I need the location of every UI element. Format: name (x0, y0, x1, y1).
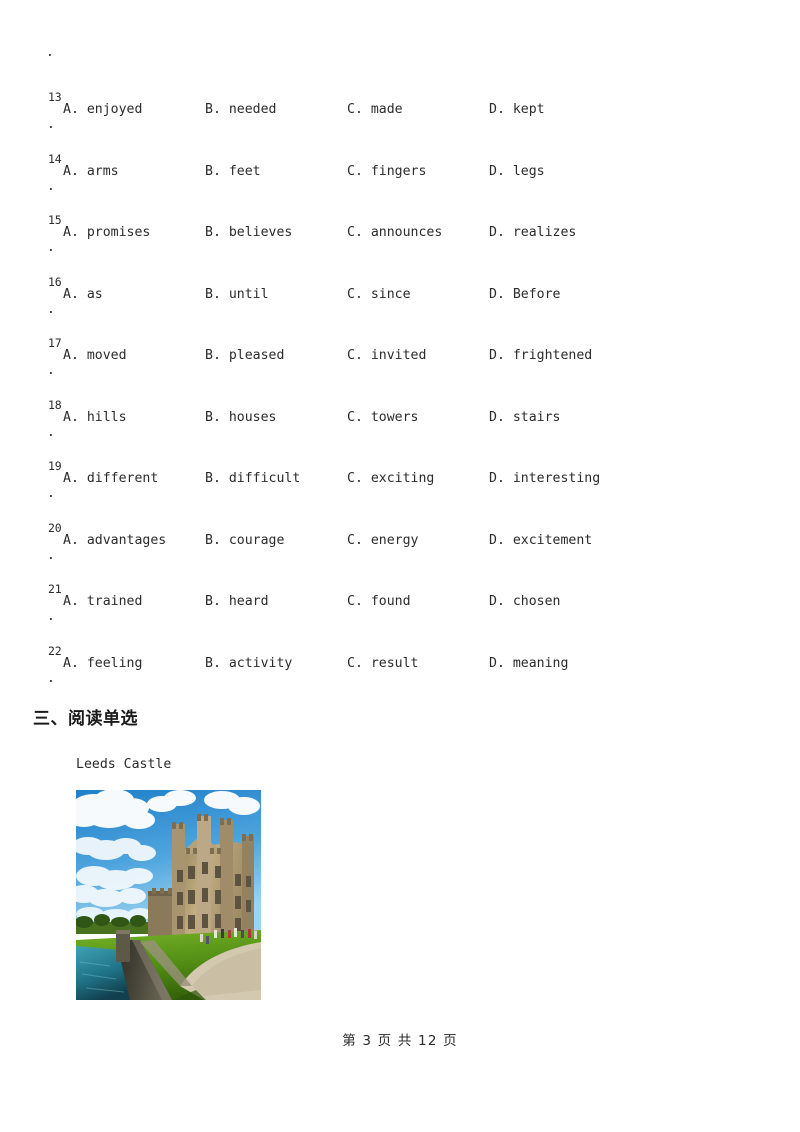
option-a[interactable]: A. different (63, 471, 158, 487)
question-number: 19 (48, 459, 62, 473)
option-c[interactable]: C. invited (347, 348, 426, 364)
option-a[interactable]: A. advantages (63, 533, 166, 549)
option-b[interactable]: B. until (205, 287, 269, 303)
question-period: . (47, 547, 55, 563)
question-row: 20 . A. advantages B. courage C. energy … (0, 517, 800, 579)
question-row: 18 . A. hills B. houses C. towers D. sta… (0, 394, 800, 456)
orphan-period: . (46, 45, 54, 60)
question-period: . (47, 486, 55, 501)
question-period: . (47, 117, 55, 132)
question-row: 19 . A. different B. difficult C. exciti… (0, 455, 800, 517)
option-d[interactable]: D. meaning (489, 656, 568, 672)
option-d[interactable]: D. kept (489, 102, 545, 118)
question-period: . (47, 670, 55, 686)
question-row: 14 . A. arms B. feet C. fingers D. legs (0, 148, 800, 210)
option-d[interactable]: D. frightened (489, 348, 592, 364)
option-b[interactable]: B. needed (205, 102, 276, 118)
option-a[interactable]: A. hills (63, 410, 127, 426)
option-a[interactable]: A. trained (63, 594, 142, 610)
question-row: 16 . A. as B. until C. since D. Before (0, 271, 800, 333)
question-period: . (47, 301, 55, 317)
option-b[interactable]: B. heard (205, 594, 269, 610)
question-number: 13 (48, 90, 62, 104)
option-b[interactable]: B. houses (205, 410, 276, 426)
question-list: 13 . A. enjoyed B. needed C. made D. kep… (0, 86, 800, 701)
option-c[interactable]: C. since (347, 287, 411, 303)
option-c[interactable]: C. announces (347, 225, 442, 241)
option-a[interactable]: A. moved (63, 348, 127, 364)
option-d[interactable]: D. excitement (489, 533, 592, 549)
option-c[interactable]: C. towers (347, 410, 418, 426)
question-number: 22 (48, 643, 62, 658)
option-a[interactable]: A. promises (63, 225, 150, 241)
question-number: 18 (48, 397, 62, 412)
option-c[interactable]: C. result (347, 656, 418, 672)
option-a[interactable]: A. as (63, 287, 103, 303)
question-row: 15 . A. promises B. believes C. announce… (0, 209, 800, 271)
option-b[interactable]: B. feet (205, 164, 261, 180)
option-a[interactable]: A. enjoyed (63, 102, 142, 118)
question-period: . (47, 178, 55, 194)
question-period: . (47, 424, 55, 440)
question-row: 13 . A. enjoyed B. needed C. made D. kep… (0, 86, 800, 148)
leeds-castle-photo (76, 790, 261, 1000)
question-number: 20 (48, 520, 62, 535)
option-b[interactable]: B. activity (205, 656, 292, 672)
option-c[interactable]: C. fingers (347, 164, 426, 180)
question-number: 17 (48, 336, 62, 350)
option-c[interactable]: C. made (347, 102, 403, 118)
question-period: . (47, 363, 55, 378)
option-c[interactable]: C. exciting (347, 471, 434, 487)
page-footer: 第 3 页 共 12 页 (342, 1033, 458, 1049)
option-d[interactable]: D. chosen (489, 594, 560, 610)
option-d[interactable]: D. Before (489, 287, 560, 303)
question-row: 17 . A. moved B. pleased C. invited D. f… (0, 332, 800, 394)
question-number: 21 (48, 582, 62, 596)
option-b[interactable]: B. difficult (205, 471, 300, 487)
question-number: 14 (48, 151, 62, 166)
question-row: 21 . A. trained B. heard C. found D. cho… (0, 578, 800, 640)
section-heading: 三、阅读单选 (33, 709, 138, 729)
option-d[interactable]: D. legs (489, 164, 545, 180)
question-period: . (47, 240, 55, 255)
option-d[interactable]: D. stairs (489, 410, 560, 426)
passage-title: Leeds Castle (76, 757, 172, 772)
document-page: . 13 . A. enjoyed B. needed C. made D. k… (0, 0, 800, 1132)
question-row: 22 . A. feeling B. activity C. result D.… (0, 640, 800, 702)
option-b[interactable]: B. believes (205, 225, 292, 241)
option-b[interactable]: B. pleased (205, 348, 284, 364)
option-a[interactable]: A. feeling (63, 656, 142, 672)
option-d[interactable]: D. realizes (489, 225, 576, 241)
option-c[interactable]: C. found (347, 594, 411, 610)
question-period: . (47, 609, 55, 624)
question-number: 16 (48, 274, 62, 289)
option-b[interactable]: B. courage (205, 533, 284, 549)
question-number: 15 (48, 213, 62, 227)
option-d[interactable]: D. interesting (489, 471, 600, 487)
option-c[interactable]: C. energy (347, 533, 418, 549)
option-a[interactable]: A. arms (63, 164, 119, 180)
